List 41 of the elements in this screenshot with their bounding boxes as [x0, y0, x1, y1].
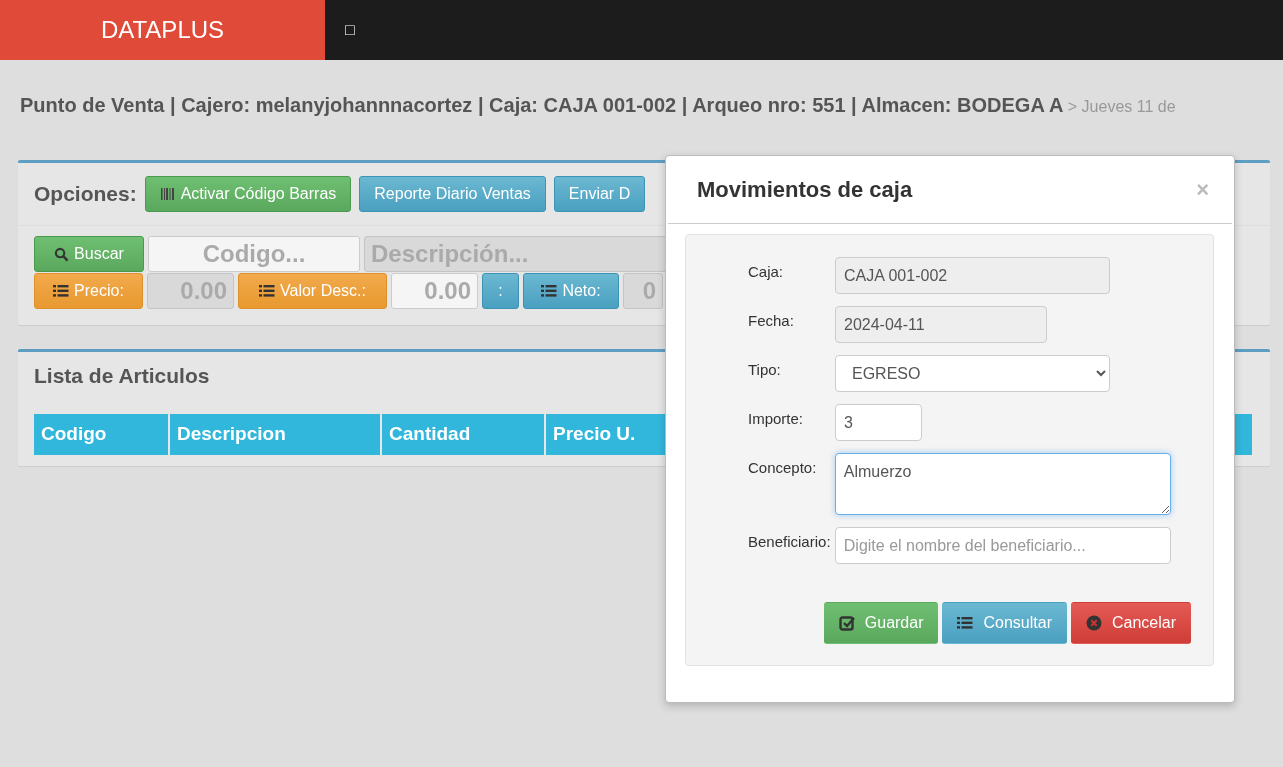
column-header: Codigo	[34, 414, 170, 455]
select-field[interactable]: EGRESO	[835, 355, 1110, 392]
search-icon	[54, 246, 70, 262]
field-label: Beneficiario:	[748, 532, 832, 552]
action-button[interactable]: Valor Desc.:	[238, 273, 387, 309]
barcode-icon	[159, 186, 176, 202]
text-field[interactable]: 0.00	[391, 273, 478, 309]
list-icon	[957, 616, 974, 630]
text-field[interactable]: 3	[835, 404, 922, 441]
column-header: Cantidad	[382, 414, 546, 455]
action-button[interactable]: Neto:	[523, 273, 619, 309]
date-text: > Jueves 11 de	[1067, 98, 1176, 115]
list-icon	[53, 284, 70, 298]
brand-logo[interactable]: DATAPLUS	[0, 0, 325, 60]
action-button[interactable]: :	[482, 273, 519, 309]
modal-title: Movimientos de caja	[697, 176, 913, 204]
text-field[interactable]: Codigo...	[148, 236, 360, 272]
dialog-button[interactable]: Cancelar	[1070, 602, 1191, 644]
action-button[interactable]: Buscar	[34, 236, 144, 272]
checkbox-icon	[838, 615, 855, 631]
option-button[interactable]: Activar Código Barras	[144, 176, 352, 212]
page-title: Punto de Venta | Cajero: melanyjohannnacortez | Caja: CAJA 001-002 | Arqueo nro: 551 | Almacen: BODEGA A	[20, 94, 1064, 116]
option-button[interactable]: Enviar D	[553, 176, 646, 212]
menu-toggle[interactable]: □	[345, 18, 355, 42]
articles-title: Lista de Articulos	[34, 364, 210, 387]
dialog-button[interactable]: Guardar	[823, 602, 939, 644]
list-icon	[541, 284, 558, 298]
field-label: Tipo:	[748, 360, 782, 380]
text-area[interactable]: Almuerzo	[834, 453, 1171, 515]
field-label: Caja:	[748, 262, 785, 282]
field-label: Concepto:	[748, 458, 818, 478]
close-button[interactable]: ×	[1196, 173, 1209, 206]
column-header: Descripcion	[170, 414, 382, 455]
cancel-icon	[1085, 615, 1102, 631]
action-button[interactable]: Precio:	[34, 273, 143, 309]
options-label: Opciones:	[34, 181, 137, 208]
field-label: Fecha:	[748, 311, 795, 331]
dialog-button[interactable]: Consultar	[942, 602, 1067, 644]
text-field[interactable]: Digite el nombre del beneficiario...	[834, 527, 1171, 564]
list-icon	[259, 284, 275, 298]
option-button[interactable]: Reporte Diario Ventas	[359, 176, 546, 212]
